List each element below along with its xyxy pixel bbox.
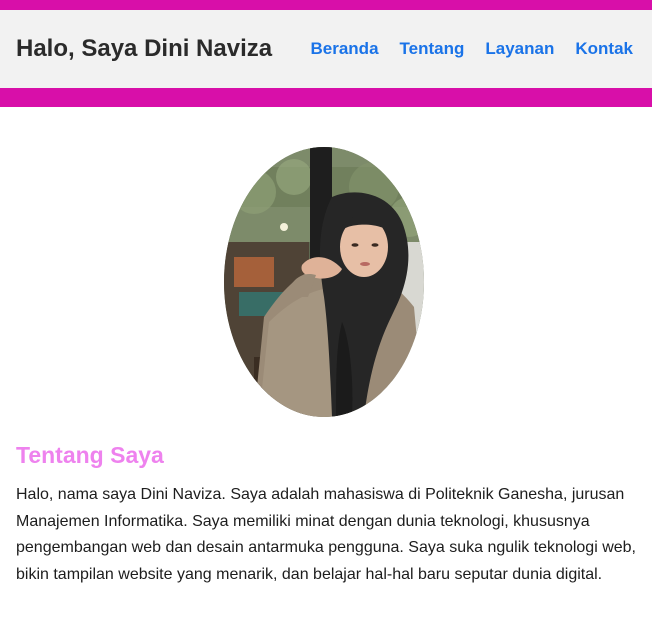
nav-link-beranda[interactable]: Beranda [311,39,379,59]
profile-photo [224,147,424,417]
site-title: Halo, Saya Dini Naviza [16,35,273,62]
nav-link-tentang[interactable]: Tentang [400,39,465,59]
nav-link-kontak[interactable]: Kontak [575,39,633,59]
site-header: Halo, Saya Dini Naviza Beranda Tentang L… [0,10,652,88]
about-heading: Tentang Saya [16,442,164,468]
about-text: Halo, nama saya Dini Naviza. Saya adalah… [16,486,636,583]
main-nav: Beranda Tentang Layanan Kontak [311,39,634,59]
header-bottom-stripe [0,88,652,107]
nav-link-layanan[interactable]: Layanan [485,39,554,59]
header-top-stripe [0,0,652,10]
